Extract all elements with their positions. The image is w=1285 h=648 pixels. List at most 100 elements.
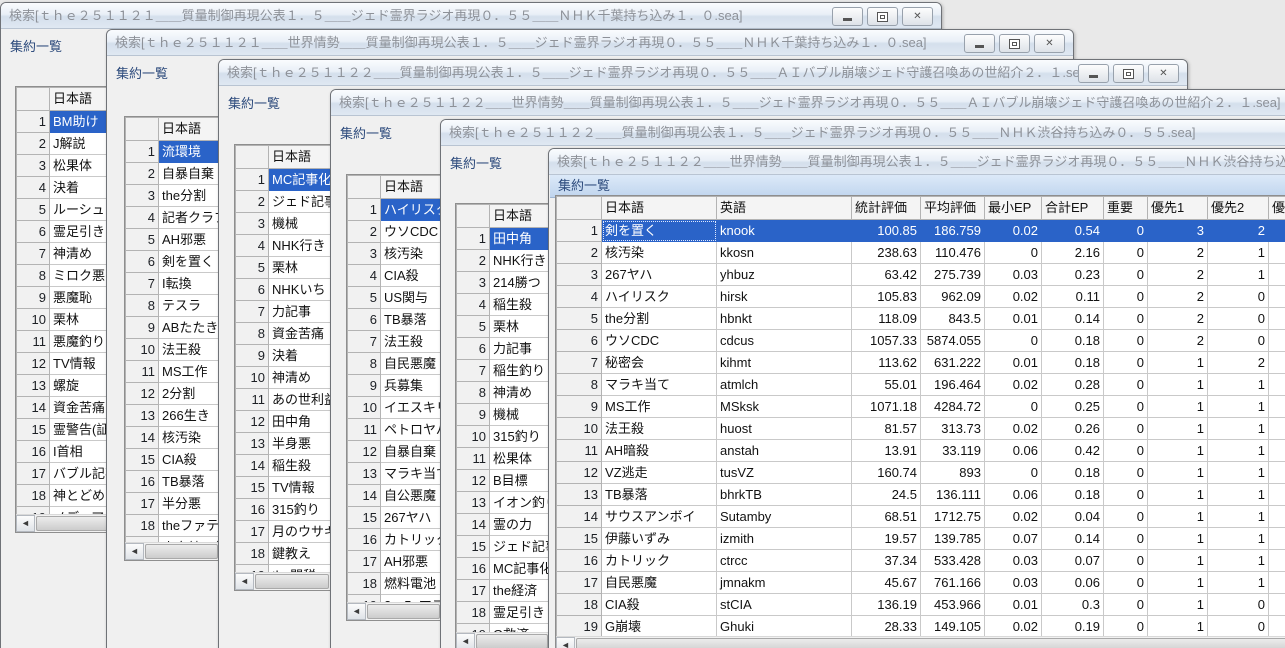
table-cell[interactable]: 19.57 — [852, 528, 921, 550]
table-cell[interactable]: 45.67 — [852, 572, 921, 594]
table-cell[interactable]: 法王殺 — [602, 418, 717, 440]
table-cell[interactable]: 0.14 — [1042, 528, 1104, 550]
scroll-left-icon[interactable]: ◄ — [235, 573, 254, 590]
horizontal-scrollbar[interactable]: ◄ — [235, 572, 331, 590]
table-cell[interactable]: 0 — [1104, 528, 1148, 550]
row-number[interactable]: 15 — [236, 477, 269, 499]
scroll-left-icon[interactable]: ◄ — [456, 633, 475, 648]
list-item[interactable]: 記者クラブ — [159, 207, 222, 229]
list-item[interactable]: 松果体 — [50, 155, 113, 177]
table-cell[interactable]: 0 — [985, 396, 1042, 418]
row-number[interactable]: 3 — [236, 213, 269, 235]
row-number[interactable]: 16 — [17, 441, 50, 463]
table-cell[interactable]: 13.91 — [852, 440, 921, 462]
table-cell[interactable]: hirsk — [717, 286, 852, 308]
list-row[interactable]: 9ABたたき — [126, 317, 222, 339]
list-row[interactable]: 13イオン釣り — [457, 492, 552, 514]
list-item[interactable]: マラキ当て — [381, 463, 444, 485]
table-cell[interactable]: 1 — [1208, 506, 1269, 528]
table-cell[interactable]: 3 — [1269, 616, 1285, 638]
table-cell[interactable]: 0.06 — [985, 440, 1042, 462]
row-number[interactable]: 15 — [348, 507, 381, 529]
list-item[interactable]: 月のウサギ — [269, 521, 333, 543]
row-number[interactable]: 6 — [236, 279, 269, 301]
list-row[interactable]: 15霊警告(証 — [17, 419, 113, 441]
window-titlebar[interactable]: 検索[ｔｈｅ２５１１２１＿＿質量制御再現公表１．５＿＿ジェド霊界ラジオ再現０．５… — [1, 3, 941, 29]
row-number[interactable]: 8 — [348, 353, 381, 375]
list-row[interactable]: 9兵募集 — [348, 375, 444, 397]
list-item[interactable]: 半分悪 — [159, 493, 222, 515]
table-cell[interactable]: 139.785 — [921, 528, 985, 550]
row-number[interactable]: 17 — [348, 551, 381, 573]
list-item[interactable]: TV情報 — [50, 353, 113, 375]
list-item[interactable]: 流環境 — [159, 141, 222, 163]
table-row[interactable]: 1剣を置くknook100.85186.7590.020.540327 — [557, 220, 1285, 242]
table-cell[interactable]: 0 — [1104, 418, 1148, 440]
table-cell[interactable]: knook — [717, 220, 852, 242]
row-number[interactable]: 2 — [557, 242, 602, 264]
horizontal-scrollbar[interactable]: ◄ — [556, 636, 1285, 648]
row-number[interactable]: 11 — [17, 331, 50, 353]
column-header[interactable]: 優先1 — [1148, 197, 1208, 220]
list-item[interactable]: 神清め — [490, 382, 552, 404]
row-number[interactable]: 3 — [17, 155, 50, 177]
table-cell[interactable]: ctrcc — [717, 550, 852, 572]
list-row[interactable]: 5栗林 — [457, 316, 552, 338]
list-item[interactable]: NHKいち — [269, 279, 333, 301]
table-cell[interactable]: 0.23 — [1042, 264, 1104, 286]
table-cell[interactable]: 0 — [1208, 308, 1269, 330]
minimize-button[interactable] — [1078, 64, 1109, 83]
table-cell[interactable]: 0.07 — [1042, 550, 1104, 572]
row-number[interactable]: 17 — [457, 580, 490, 602]
list-row[interactable]: 17バブル記事 — [17, 463, 113, 485]
table-cell[interactable]: 1712.75 — [921, 506, 985, 528]
table-cell[interactable]: 1 — [1148, 462, 1208, 484]
list-row[interactable]: 15267ヤハ — [348, 507, 444, 529]
list-row[interactable]: 12TV情報 — [17, 353, 113, 375]
table-cell[interactable]: 893 — [921, 462, 985, 484]
table-cell[interactable]: 1 — [1148, 396, 1208, 418]
table-cell[interactable]: 0 — [1104, 308, 1148, 330]
list-item[interactable]: 資金苦痛 — [50, 397, 113, 419]
table-row[interactable]: 5the分割hbnkt118.09843.50.010.140201 — [557, 308, 1285, 330]
table-cell[interactable]: kkosn — [717, 242, 852, 264]
table-cell[interactable]: Ghuki — [717, 616, 852, 638]
table-cell[interactable]: 160.74 — [852, 462, 921, 484]
table-cell[interactable]: 962.09 — [921, 286, 985, 308]
table-cell[interactable]: 33.119 — [921, 440, 985, 462]
list-item[interactable]: 自暴自棄 — [381, 441, 444, 463]
table-cell[interactable]: 0.03 — [985, 264, 1042, 286]
row-number[interactable]: 5 — [457, 316, 490, 338]
row-number[interactable]: 16 — [236, 499, 269, 521]
row-number[interactable]: 7 — [457, 360, 490, 382]
table-cell[interactable]: 100.85 — [852, 220, 921, 242]
horizontal-scrollbar[interactable]: ◄ — [456, 632, 550, 648]
row-number[interactable]: 13 — [557, 484, 602, 506]
table-cell[interactable]: 0.03 — [985, 572, 1042, 594]
list-item[interactable]: CIA殺 — [381, 265, 444, 287]
row-number[interactable]: 14 — [348, 485, 381, 507]
list-row[interactable]: 10法王殺 — [126, 339, 222, 361]
table-cell[interactable]: 2 — [1148, 286, 1208, 308]
list-item[interactable]: 神清め — [50, 243, 113, 265]
table-cell[interactable]: 1 — [1208, 440, 1269, 462]
scroll-left-icon[interactable]: ◄ — [16, 515, 35, 532]
row-number[interactable]: 1 — [348, 199, 381, 221]
row-number[interactable]: 18 — [557, 594, 602, 616]
table-cell[interactable]: 0 — [1269, 330, 1285, 352]
table-cell[interactable]: 0 — [1104, 484, 1148, 506]
table-cell[interactable]: サウスアンボイ — [602, 506, 717, 528]
table-cell[interactable]: 1 — [1148, 572, 1208, 594]
row-number[interactable]: 12 — [348, 441, 381, 463]
table-cell[interactable]: 37.34 — [852, 550, 921, 572]
table-cell[interactable]: 843.5 — [921, 308, 985, 330]
list-row[interactable]: 17半分悪 — [126, 493, 222, 515]
table-row[interactable]: 19G崩壊Ghuki28.33149.1050.020.190103 — [557, 616, 1285, 638]
window-titlebar[interactable]: 検索[ｔｈｅ２５１１２２＿＿質量制御再現公表１．５＿＿ジェド霊界ラジオ再現０．５… — [219, 60, 1187, 86]
table-cell[interactable]: 0 — [1104, 264, 1148, 286]
column-header-japanese[interactable]: 日本語 — [490, 205, 552, 228]
column-header[interactable]: 英語 — [717, 197, 852, 220]
table-cell[interactable]: 1 — [1208, 528, 1269, 550]
table-row[interactable]: 16カトリックctrcc37.34533.4280.030.070110 — [557, 550, 1285, 572]
row-number[interactable]: 3 — [348, 243, 381, 265]
